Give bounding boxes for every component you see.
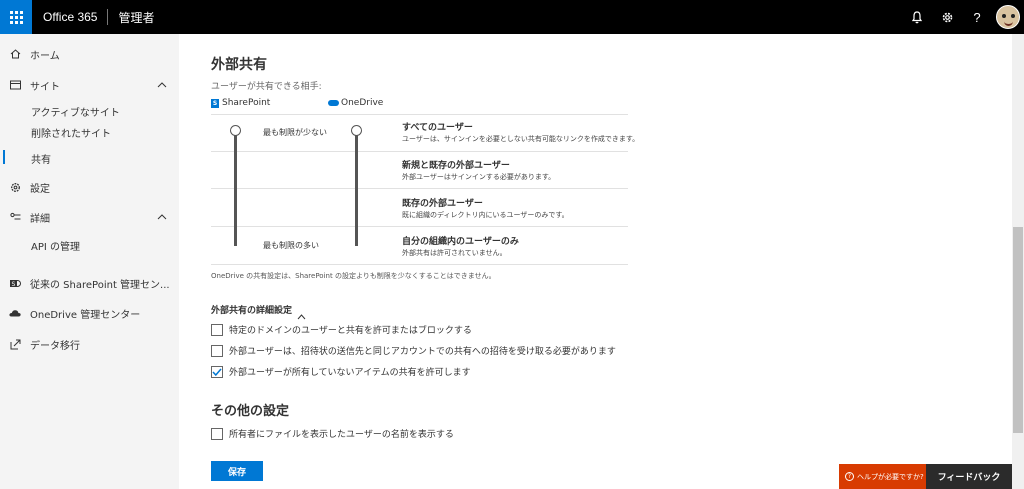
option-title: 自分の組織内のユーザーのみ	[402, 237, 519, 247]
share-with-label: ユーザーが共有できる相手:	[211, 82, 322, 92]
option-title: 既存の外部ユーザー	[402, 199, 483, 209]
onedrive-icon	[9, 309, 21, 317]
checkbox-label: 外部ユーザーが所有していないアイテムの共有を許可します	[229, 368, 471, 378]
sidebar-item-home[interactable]: ホーム	[0, 44, 179, 64]
divider	[211, 188, 628, 189]
sidebar-item-classic-sharepoint[interactable]: S 従来の SharePoint 管理セン...	[0, 273, 179, 293]
checkbox-label: 特定のドメインのユーザーと共有を許可またはブロックする	[229, 326, 472, 336]
brand-separator	[107, 9, 109, 25]
chevron-up-icon[interactable]	[297, 305, 306, 324]
sidebar-item-settings[interactable]: 設定	[0, 177, 179, 197]
migration-icon	[9, 339, 21, 350]
main-content: 外部共有 ユーザーが共有できる相手: S SharePoint OneDrive…	[179, 34, 1012, 489]
sharepoint-icon: S	[211, 98, 219, 108]
checkbox-domain-restriction[interactable]: 特定のドメインのユーザーと共有を許可またはブロックする	[211, 323, 472, 336]
checkbox-invite-same-account[interactable]: 外部ユーザーは、招待状の送信先と同じアカウントでの共有への招待を受け取る必要があ…	[211, 344, 616, 357]
help-label: ヘルプが必要ですか?	[857, 472, 924, 481]
sidebar-item-label: OneDrive 管理センター	[30, 309, 141, 321]
checkbox-label: 所有者にファイルを表示したユーザーの名前を表示する	[229, 430, 454, 440]
checkbox-label: 外部ユーザーは、招待状の送信先と同じアカウントでの共有への招待を受け取る必要があ…	[229, 347, 616, 357]
gear-icon	[9, 182, 21, 193]
onedrive-slider-track[interactable]	[355, 131, 358, 246]
help-icon[interactable]: ?	[962, 0, 992, 34]
divider	[211, 114, 628, 115]
sidebar-item-label: 設定	[30, 183, 50, 195]
checkbox-allow-resharing[interactable]: 外部ユーザーが所有していないアイテムの共有を許可します	[211, 365, 471, 378]
sidebar-item-migration[interactable]: データ移行	[0, 334, 179, 354]
sidebar-item-label: データ移行	[30, 340, 80, 352]
checkbox[interactable]	[211, 344, 223, 357]
top-bar: Office 365 管理者 ?	[0, 0, 1024, 34]
app-title[interactable]: 管理者	[118, 9, 154, 26]
sidebar-item-label: 従来の SharePoint 管理セン...	[30, 279, 170, 291]
sidebar-item-label: サイト	[30, 81, 60, 93]
option-title: 新規と既存の外部ユーザー	[402, 161, 510, 171]
page-title: 外部共有	[211, 57, 267, 73]
checkbox-checked[interactable]	[211, 365, 223, 378]
home-icon	[9, 49, 21, 59]
brand-label[interactable]: Office 365	[43, 10, 97, 24]
save-button[interactable]: 保存	[211, 461, 263, 481]
sidebar-item-label: 詳細	[30, 213, 50, 225]
advanced-settings-title[interactable]: 外部共有の詳細設定	[211, 303, 292, 316]
checkbox[interactable]	[211, 323, 223, 336]
sharepoint-label: S SharePoint	[211, 98, 271, 108]
checkbox[interactable]	[211, 427, 223, 440]
onedrive-icon	[328, 100, 339, 106]
chevron-up-icon[interactable]	[157, 212, 167, 223]
sharepoint-icon: S	[9, 278, 21, 289]
feedback-button[interactable]: フィードバック	[926, 464, 1012, 489]
sidebar-item-active-sites[interactable]: アクティブなサイト	[31, 104, 120, 119]
sharepoint-slider-handle[interactable]	[230, 125, 241, 136]
option-desc: 外部共有は許可されていません。	[402, 249, 507, 257]
sharepoint-slider-track[interactable]	[234, 131, 237, 246]
sidebar-item-sites[interactable]: サイト	[0, 75, 179, 95]
sidebar-item-advanced[interactable]: 詳細	[0, 207, 179, 227]
scrollbar[interactable]	[1012, 34, 1024, 489]
help-icon: ?	[845, 472, 854, 481]
checkmark-icon	[212, 368, 222, 376]
help-button[interactable]: ? ヘルプが必要ですか?	[839, 464, 926, 489]
svg-text:S: S	[11, 280, 15, 287]
sidebar-item-api[interactable]: API の管理	[31, 238, 80, 253]
divider	[211, 264, 628, 265]
site-icon	[9, 80, 21, 90]
waffle-icon[interactable]	[0, 0, 32, 34]
sidebar: ホーム サイト アクティブなサイト 削除されたサイト 共有 設定 詳細 API …	[0, 34, 179, 489]
option-desc: ユーザーは、サインインを必要としない共有可能なリンクを作成できます。	[402, 135, 640, 143]
sharing-note: OneDrive の共有設定は、SharePoint の設定よりも制限を少なくす…	[211, 272, 496, 280]
active-indicator	[3, 150, 5, 164]
option-desc: 既に組織のディレクトリ内にいるユーザーのみです。	[402, 211, 569, 219]
bell-icon[interactable]	[902, 0, 932, 34]
least-restrictive-label: 最も制限が少ない	[263, 128, 327, 137]
option-title: すべてのユーザー	[402, 123, 473, 133]
avatar[interactable]	[996, 5, 1020, 29]
sidebar-item-onedrive[interactable]: OneDrive 管理センター	[0, 303, 179, 323]
onedrive-label: OneDrive	[328, 98, 383, 108]
chevron-up-icon[interactable]	[157, 80, 167, 91]
divider	[211, 151, 628, 152]
gear-icon[interactable]	[932, 0, 962, 34]
onedrive-slider-handle[interactable]	[351, 125, 362, 136]
sidebar-item-deleted-sites[interactable]: 削除されたサイト	[31, 125, 111, 140]
sidebar-item-label: ホーム	[30, 50, 60, 62]
scrollbar-thumb[interactable]	[1013, 227, 1023, 433]
option-desc: 外部ユーザーはサインインする必要があります。	[402, 173, 556, 181]
divider	[211, 226, 628, 227]
other-settings-title: その他の設定	[211, 404, 290, 419]
advanced-icon	[9, 212, 21, 222]
sidebar-item-sharing[interactable]: 共有	[31, 151, 51, 166]
checkbox-show-viewers[interactable]: 所有者にファイルを表示したユーザーの名前を表示する	[211, 427, 454, 440]
most-restrictive-label: 最も制限の多い	[263, 241, 319, 250]
